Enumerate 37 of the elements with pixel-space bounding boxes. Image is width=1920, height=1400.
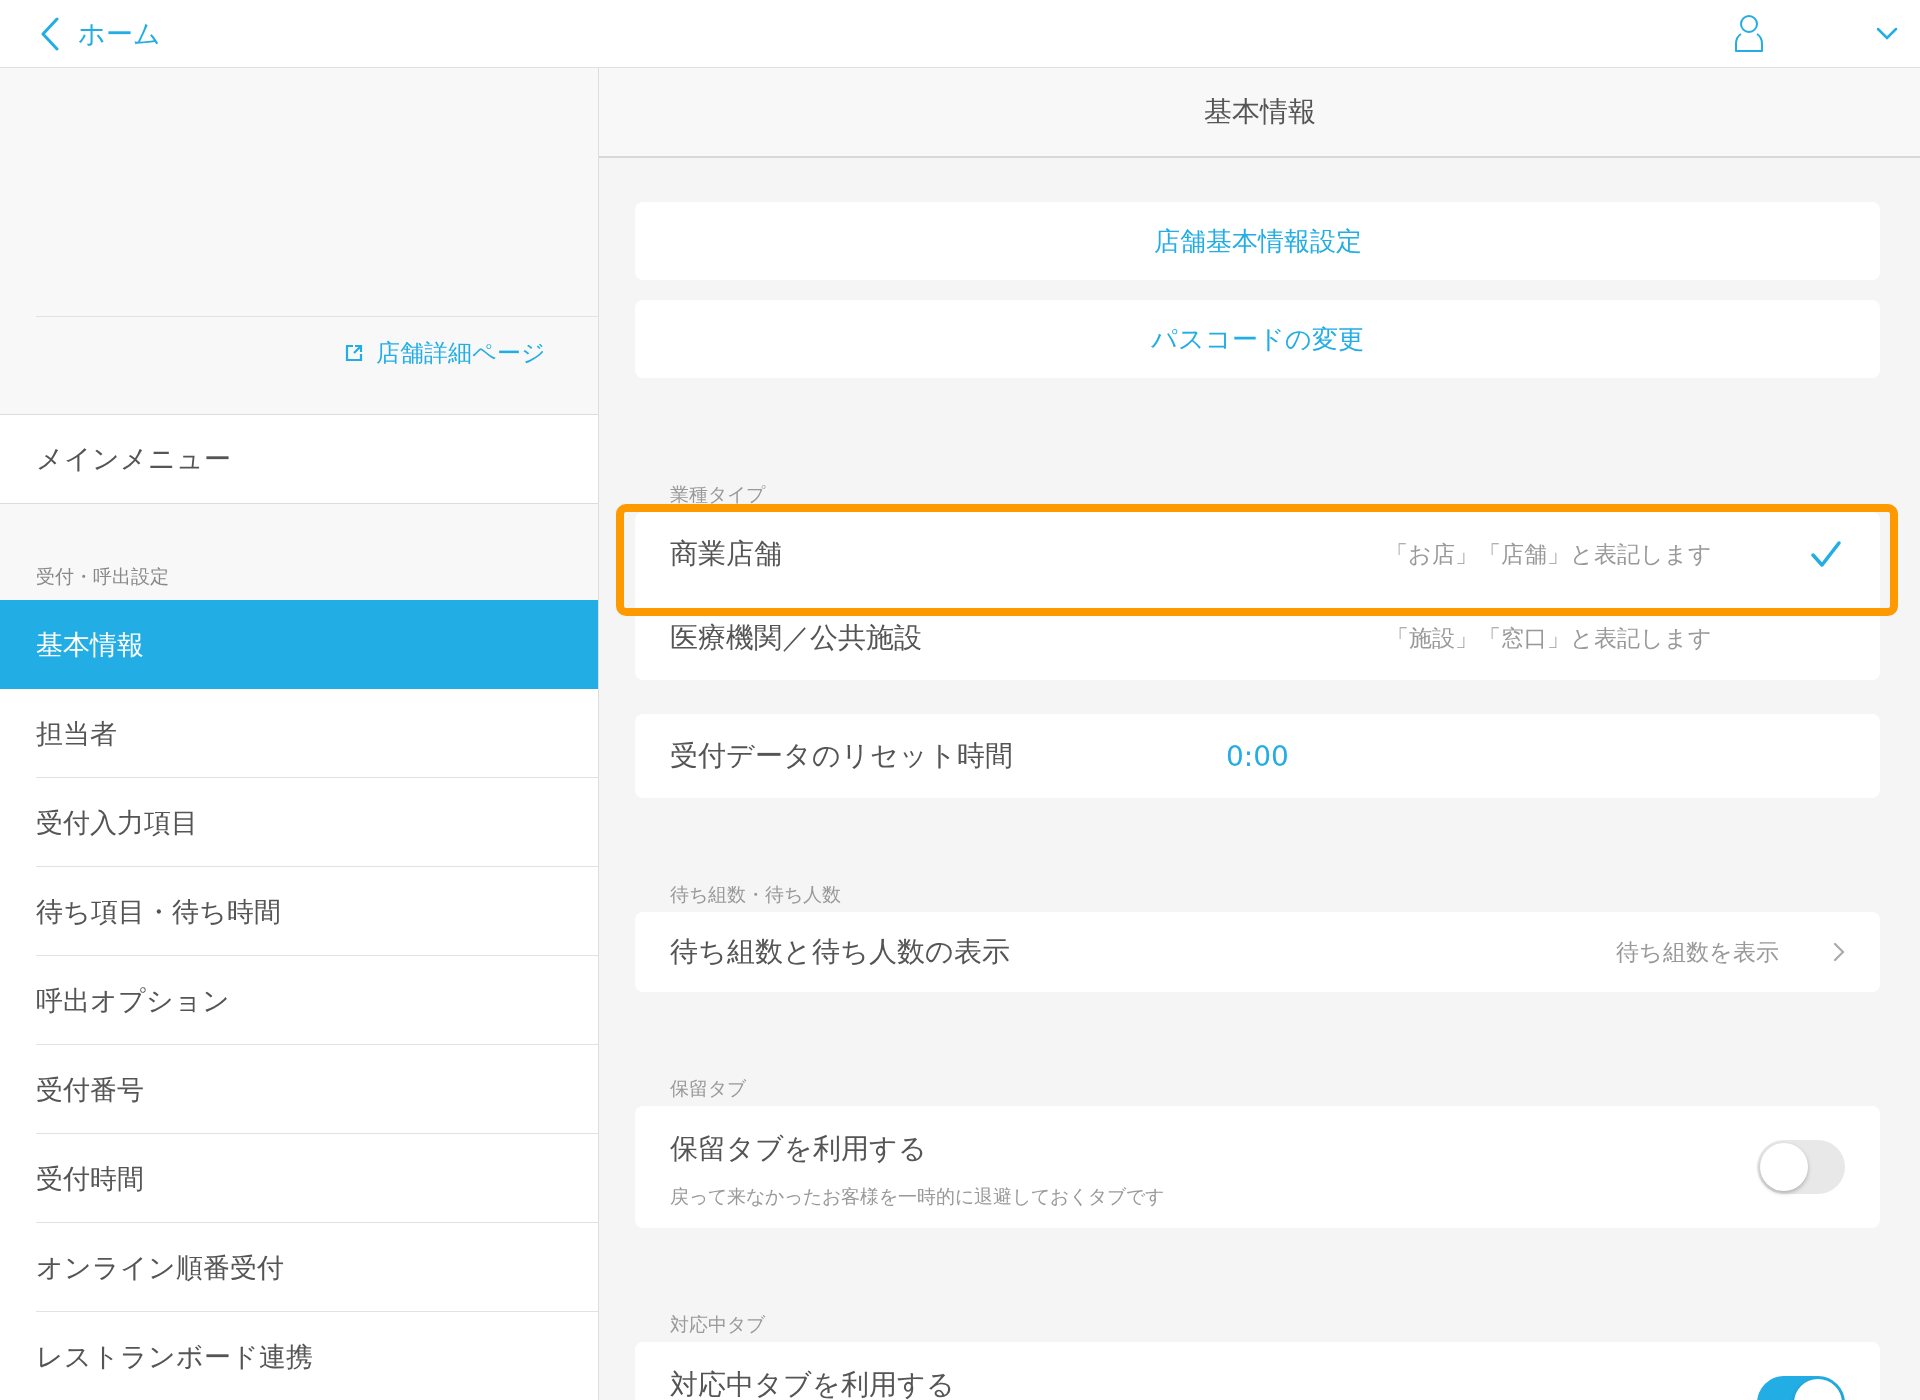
option-note: 「お店」「店舗」と表記します — [1385, 539, 1712, 569]
option-label: 商業店舗 — [670, 536, 783, 572]
section-label: 対応中タブ — [669, 1312, 766, 1337]
sidebar-item[interactable]: 担当者 — [0, 689, 598, 778]
option-row[interactable]: 商業店舗 「お店」「店舗」と表記します — [635, 512, 1880, 596]
setting-label: 待ち組数と待ち人数の表示 — [670, 934, 1011, 970]
back-chevron-icon — [40, 16, 60, 51]
time-value: 0:00 — [1226, 739, 1289, 773]
external-link-icon — [344, 343, 364, 363]
main-menu-item[interactable]: メインメニュー — [0, 414, 598, 504]
setting-row[interactable]: 受付データのリセット時間 0:00 — [635, 714, 1880, 798]
option-label: 医療機関／公共施設 — [670, 620, 923, 656]
setting-label: 対応中タブを利用する — [670, 1367, 955, 1400]
setting-value: 待ち組数を表示 — [1616, 937, 1779, 967]
section-label: 受付・呼出設定 — [36, 564, 169, 589]
section-label: 待ち組数・待ち人数 — [669, 882, 842, 907]
setting-description: 戻って来なかったお客様を一時的に退避しておくタブです — [670, 1184, 1164, 1209]
checkmark-icon — [1810, 540, 1842, 568]
sidebar-item[interactable]: 受付入力項目 — [0, 778, 598, 867]
setting-label: 保留タブを利用する — [670, 1131, 928, 1167]
page-title: 基本情報 — [1203, 94, 1316, 130]
sidebar-item[interactable]: 待ち項目・待ち時間 — [0, 867, 598, 956]
sidebar-item[interactable]: オンライン順番受付 — [0, 1223, 598, 1312]
section-label: 保留タブ — [669, 1076, 747, 1101]
sidebar-item[interactable]: 受付番号 — [0, 1045, 598, 1134]
dropdown-caret-icon[interactable] — [1876, 26, 1898, 41]
setting-label: 受付データのリセット時間 — [670, 738, 1014, 774]
toggle-switch[interactable] — [1757, 1140, 1845, 1194]
user-icon[interactable] — [1734, 13, 1764, 54]
setting-row[interactable]: 待ち組数と待ち人数の表示 待ち組数を表示 — [635, 912, 1880, 992]
section-label: 業種タイプ — [669, 482, 767, 507]
option-note: 「施設」「窓口」と表記します — [1386, 623, 1712, 653]
option-row[interactable]: 医療機関／公共施設 「施設」「窓口」と表記します — [635, 596, 1880, 680]
chevron-right-icon — [1833, 942, 1845, 962]
sidebar-item[interactable]: レストランボード連携 — [0, 1312, 598, 1400]
sidebar-item[interactable]: 受付時間 — [0, 1134, 598, 1223]
sidebar-item[interactable]: 呼出オプション — [0, 956, 598, 1045]
